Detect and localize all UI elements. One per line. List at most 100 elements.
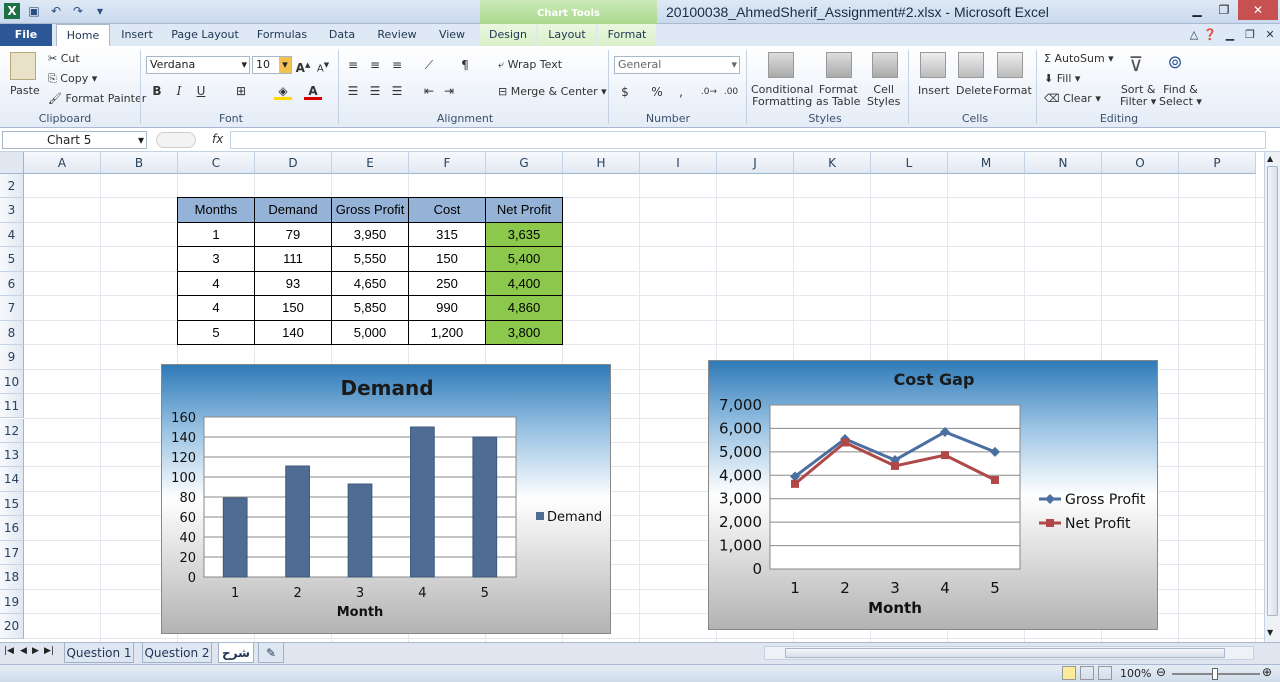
- bold-icon[interactable]: B: [148, 82, 166, 100]
- table-header-cell[interactable]: Net Profit: [485, 197, 563, 223]
- row-header-12[interactable]: 12: [0, 418, 24, 443]
- align-top-icon[interactable]: ≡: [344, 56, 362, 74]
- column-header-b[interactable]: B: [101, 152, 178, 174]
- scroll-up-icon[interactable]: ▲: [1267, 154, 1273, 163]
- align-middle-icon[interactable]: ≡: [366, 56, 384, 74]
- row-header-2[interactable]: 2: [0, 174, 24, 199]
- align-bottom-icon[interactable]: ≡: [388, 56, 406, 74]
- column-header-k[interactable]: K: [794, 152, 871, 174]
- column-header-c[interactable]: C: [178, 152, 255, 174]
- font-color-icon[interactable]: A: [304, 82, 322, 100]
- table-cell[interactable]: 93: [254, 270, 332, 297]
- sheet-tab-question-2[interactable]: Question 2: [142, 643, 212, 663]
- table-cell[interactable]: 4,400: [485, 270, 563, 297]
- clear-button[interactable]: ⌫ Clear ▾: [1044, 92, 1101, 105]
- tab-home[interactable]: Home: [56, 24, 110, 46]
- merge-center-button[interactable]: ⊟ Merge & Center ▾: [498, 85, 607, 98]
- delete-cells-icon[interactable]: [958, 52, 984, 78]
- orientation-icon[interactable]: ⟋: [420, 56, 438, 74]
- column-header-j[interactable]: J: [717, 152, 794, 174]
- table-cell[interactable]: 4: [177, 270, 255, 297]
- table-cell[interactable]: 150: [254, 295, 332, 321]
- help-icon[interactable]: ❓: [1202, 24, 1218, 46]
- row-header-4[interactable]: 4: [0, 222, 24, 248]
- row-header-17[interactable]: 17: [0, 540, 24, 566]
- cut-button[interactable]: ✂ Cut: [48, 52, 80, 65]
- row-header-15[interactable]: 15: [0, 491, 24, 517]
- decrease-decimal-icon[interactable]: .00: [722, 83, 740, 101]
- increase-decimal-icon[interactable]: .0→: [700, 83, 718, 101]
- column-header-o[interactable]: O: [1102, 152, 1179, 174]
- formula-input[interactable]: [230, 131, 1266, 149]
- worksheet-grid[interactable]: ABCDEFGHIJKLMNOP 2 3 4 5 6 7 8 9 10 11 12 13 14 15 16 1…: [0, 152, 1264, 642]
- table-header-cell[interactable]: Months: [177, 197, 255, 223]
- align-right-icon[interactable]: ☰: [388, 82, 406, 100]
- sheet-nav-last-icon[interactable]: ▶|: [44, 646, 54, 656]
- page-layout-view-icon[interactable]: [1080, 666, 1094, 680]
- table-cell[interactable]: 4: [177, 295, 255, 321]
- row-header-13[interactable]: 13: [0, 442, 24, 468]
- restore-icon[interactable]: ❐: [1211, 0, 1237, 20]
- paste-icon[interactable]: [10, 52, 36, 80]
- column-header-m[interactable]: M: [948, 152, 1025, 174]
- undo-icon[interactable]: ↶: [48, 3, 64, 19]
- grow-font-icon[interactable]: A▲: [294, 56, 312, 75]
- page-break-view-icon[interactable]: [1098, 666, 1112, 680]
- binoculars-icon[interactable]: ⊚: [1162, 52, 1188, 78]
- formula-bar-button[interactable]: [156, 132, 196, 148]
- table-cell[interactable]: 79: [254, 221, 332, 248]
- row-header-20[interactable]: 20: [0, 614, 24, 639]
- normal-view-icon[interactable]: [1062, 666, 1076, 680]
- table-cell[interactable]: 3,950: [331, 221, 409, 248]
- sort-filter-icon[interactable]: ⊽: [1124, 52, 1148, 78]
- table-cell[interactable]: 4,650: [331, 270, 409, 297]
- conditional-formatting-icon[interactable]: [768, 52, 794, 78]
- table-cell[interactable]: 1: [177, 221, 255, 248]
- row-header-5[interactable]: 5: [0, 247, 24, 272]
- table-header-cell[interactable]: Demand: [254, 197, 332, 223]
- minimize-ribbon-icon[interactable]: △: [1186, 24, 1202, 46]
- percent-icon[interactable]: %: [648, 83, 666, 101]
- format-cells-icon[interactable]: [997, 52, 1023, 78]
- column-header-n[interactable]: N: [1025, 152, 1102, 174]
- window-close-icon[interactable]: ✕: [1262, 24, 1278, 46]
- fill-button[interactable]: ⬇ Fill ▾: [1044, 72, 1080, 85]
- row-header-8[interactable]: 8: [0, 320, 24, 346]
- table-cell[interactable]: 5,850: [331, 295, 409, 321]
- column-header-p[interactable]: P: [1179, 152, 1256, 174]
- column-header-e[interactable]: E: [332, 152, 409, 174]
- excel-icon[interactable]: X: [4, 3, 20, 19]
- scroll-down-icon[interactable]: ▼: [1267, 628, 1273, 637]
- table-cell[interactable]: 3,800: [485, 319, 563, 346]
- decrease-indent-icon[interactable]: ⇤: [420, 82, 438, 100]
- fill-color-icon[interactable]: ◈: [274, 82, 292, 100]
- zoom-out-icon[interactable]: ⊖: [1156, 665, 1166, 679]
- table-cell[interactable]: 5,000: [331, 319, 409, 346]
- column-header-l[interactable]: L: [871, 152, 948, 174]
- font-size-select[interactable]: 10 ▾: [252, 56, 292, 74]
- table-cell[interactable]: 4,860: [485, 295, 563, 321]
- sheet-nav-prev-icon[interactable]: ◀: [20, 646, 27, 656]
- customize-qat-icon[interactable]: ▾: [92, 3, 108, 19]
- paste-button[interactable]: Paste: [10, 84, 40, 97]
- table-cell[interactable]: 990: [408, 295, 486, 321]
- comma-icon[interactable]: ,: [672, 83, 690, 101]
- row-header-11[interactable]: 11: [0, 394, 24, 419]
- row-header-3[interactable]: 3: [0, 198, 24, 223]
- cell-styles-button[interactable]: Cell Styles: [867, 84, 900, 108]
- save-icon[interactable]: ▣: [26, 3, 42, 19]
- sheet-tab-question-1[interactable]: Question 1: [64, 643, 134, 663]
- format-table-icon[interactable]: [826, 52, 852, 78]
- font-name-select[interactable]: Verdana ▾: [146, 56, 250, 74]
- column-header-h[interactable]: H: [563, 152, 640, 174]
- table-header-cell[interactable]: Cost: [408, 197, 486, 223]
- table-cell[interactable]: 3: [177, 246, 255, 272]
- underline-icon[interactable]: U: [192, 82, 210, 100]
- copy-button[interactable]: ⎘ Copy ▾: [48, 72, 97, 86]
- zoom-level[interactable]: 100%: [1120, 667, 1151, 680]
- tab-file[interactable]: File: [0, 24, 52, 46]
- insert-function-icon[interactable]: fx: [212, 132, 223, 146]
- column-header-i[interactable]: I: [640, 152, 717, 174]
- window-minimize-icon[interactable]: ▁: [1222, 24, 1238, 46]
- find-select-button[interactable]: Find & Select ▾: [1159, 84, 1202, 108]
